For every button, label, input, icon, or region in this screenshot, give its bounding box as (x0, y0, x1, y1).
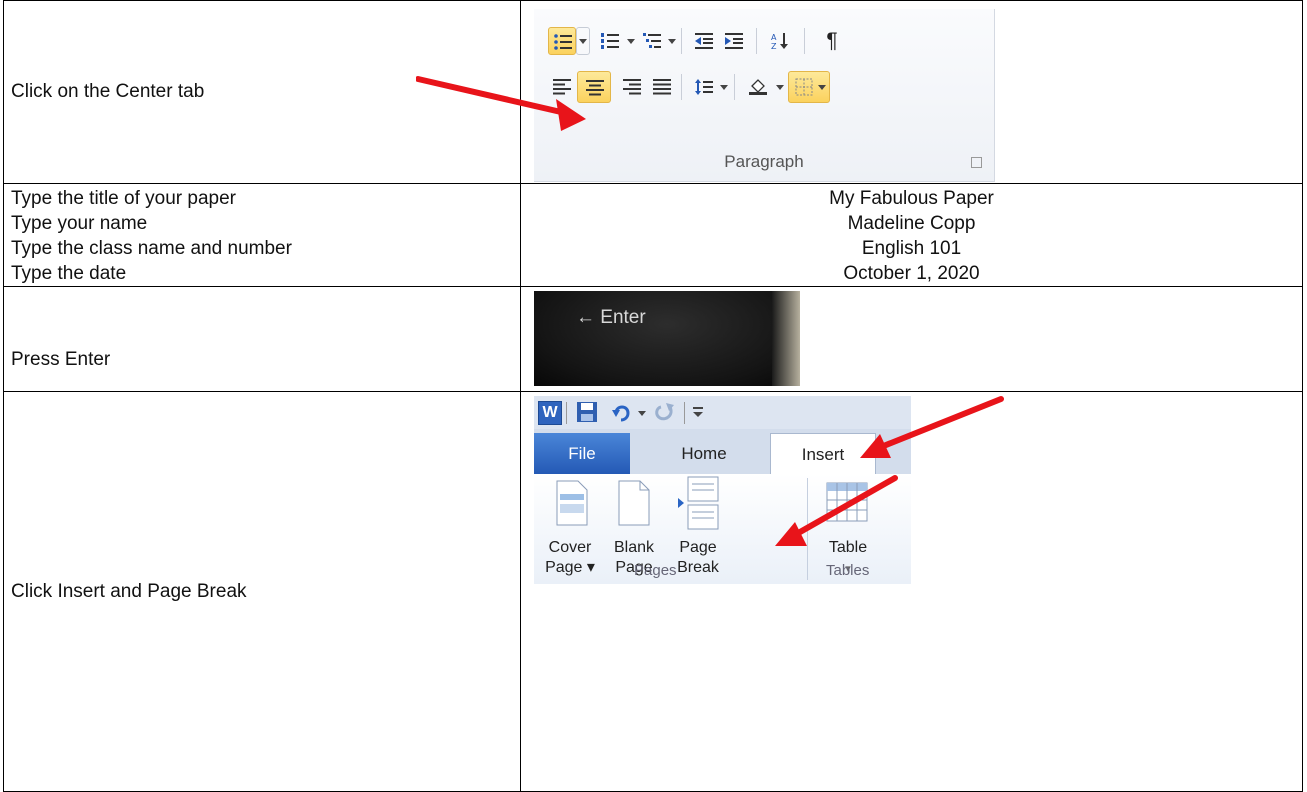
center-button[interactable] (577, 71, 611, 103)
line-spacing-icon (695, 79, 713, 95)
page-break-button[interactable]: Page Break (670, 538, 726, 578)
align-right-icon (623, 79, 641, 95)
cover-page-icon[interactable] (556, 480, 588, 526)
cover-page-button[interactable]: Cover Page ▾ (538, 538, 602, 578)
instruction-name: Type your name (11, 213, 148, 234)
instructions-table: Click on the Center tab A Z ¶ Paragraph … (3, 0, 1303, 792)
decrease-indent-button[interactable] (690, 27, 718, 55)
screenshot-cell: ← Enter (520, 286, 1303, 392)
bullets-icon (554, 34, 572, 50)
value-cell: My Fabulous Paper Madeline Copp English … (520, 183, 1303, 287)
justify-icon (653, 79, 671, 95)
class-name: English 101 (861, 238, 962, 259)
table-row: Click on the Center tab A Z ¶ Paragraph (3, 0, 1303, 184)
instruction-cell: Click on the Center tab (3, 0, 521, 184)
blank-page-icon[interactable] (618, 480, 650, 526)
tables-group-label: Tables (826, 562, 870, 579)
increase-indent-icon (725, 33, 743, 49)
screenshot-cell: W File Home Insert Cover Page ▾ Blank Pa… (520, 391, 1303, 792)
enter-key-image: ← Enter (534, 291, 800, 386)
line-spacing-dropdown-icon[interactable] (720, 85, 728, 90)
increase-indent-button[interactable] (720, 27, 748, 55)
table-row: Type the title of your paper Type your n… (3, 183, 1303, 287)
bullets-dropdown[interactable] (576, 27, 590, 55)
bullets-button[interactable] (548, 27, 576, 55)
shading-dropdown-icon[interactable] (776, 85, 784, 90)
paper-date: October 1, 2020 (843, 263, 980, 284)
show-formatting-button[interactable]: ¶ (818, 27, 846, 55)
instruction-cell: Type the title of your paper Type your n… (3, 183, 521, 287)
paper-title: My Fabulous Paper (829, 188, 994, 209)
multilevel-list-button[interactable] (638, 27, 666, 55)
numbering-dropdown-icon[interactable] (627, 39, 635, 44)
svg-text:Z: Z (771, 42, 777, 49)
justify-button[interactable] (648, 73, 676, 101)
align-center-icon (586, 80, 604, 96)
enter-key-label: ← Enter (576, 307, 646, 328)
instruction-cell: Click Insert and Page Break (3, 391, 521, 792)
return-arrow-icon: ← (576, 307, 595, 328)
table-row: Click Insert and Page Break W File Home … (3, 391, 1303, 792)
quick-access-toolbar: W (534, 396, 911, 429)
sort-button[interactable]: A Z (766, 27, 794, 55)
instruction-title: Type the title of your paper (11, 188, 236, 209)
word-ribbon: W File Home Insert Cover Page ▾ Blank Pa… (534, 396, 911, 584)
page-break-icon[interactable] (678, 476, 720, 530)
redo-icon[interactable] (654, 401, 674, 423)
undo-icon[interactable] (612, 401, 632, 423)
customize-toolbar-icon[interactable] (692, 405, 704, 419)
table-icon[interactable] (826, 482, 868, 522)
instruction-text: Click on the Center tab (11, 81, 205, 102)
table-row: Press Enter ← Enter (3, 286, 1303, 392)
sort-az-icon: A Z (771, 33, 788, 49)
paragraph-group-label: Paragraph (724, 152, 804, 171)
multilevel-list-icon (643, 33, 661, 48)
word-app-icon: W (538, 401, 562, 425)
pages-group-label: Pages (634, 562, 677, 579)
tab-insert[interactable]: Insert (770, 433, 876, 475)
numbering-icon (601, 33, 619, 49)
align-left-icon (553, 79, 571, 95)
instruction-date: Type the date (11, 263, 127, 284)
shading-button[interactable] (744, 73, 772, 101)
borders-icon (795, 78, 813, 96)
instruction-class: Type the class name and number (11, 238, 292, 259)
align-right-button[interactable] (618, 73, 646, 101)
align-left-button[interactable] (548, 73, 576, 101)
tab-file[interactable]: File (534, 433, 630, 474)
insert-ribbon-body: Cover Page ▾ Blank Page Page Break Pages… (534, 474, 911, 584)
tab-home[interactable]: Home (654, 433, 754, 474)
instruction-text: Press Enter (11, 349, 111, 370)
instruction-text: Click Insert and Page Break (11, 580, 247, 602)
instruction-cell: Press Enter (3, 286, 521, 392)
ribbon-tabs: File Home Insert (534, 429, 911, 475)
paint-bucket-icon (749, 79, 767, 95)
screenshot-cell: A Z ¶ Paragraph (416, 0, 1303, 184)
numbering-button[interactable] (596, 27, 624, 55)
pilcrow-icon: ¶ (826, 29, 838, 52)
borders-button[interactable] (788, 71, 830, 103)
line-spacing-button[interactable] (690, 73, 718, 101)
multilevel-dropdown-icon[interactable] (668, 39, 676, 44)
paragraph-ribbon-group: A Z ¶ Paragraph (534, 9, 995, 182)
svg-text:A: A (771, 33, 777, 42)
undo-dropdown-icon[interactable] (638, 411, 646, 416)
dialog-launcher-icon[interactable] (971, 157, 982, 168)
author-name: Madeline Copp (847, 213, 976, 234)
decrease-indent-icon (695, 33, 713, 49)
save-icon[interactable] (576, 401, 598, 423)
